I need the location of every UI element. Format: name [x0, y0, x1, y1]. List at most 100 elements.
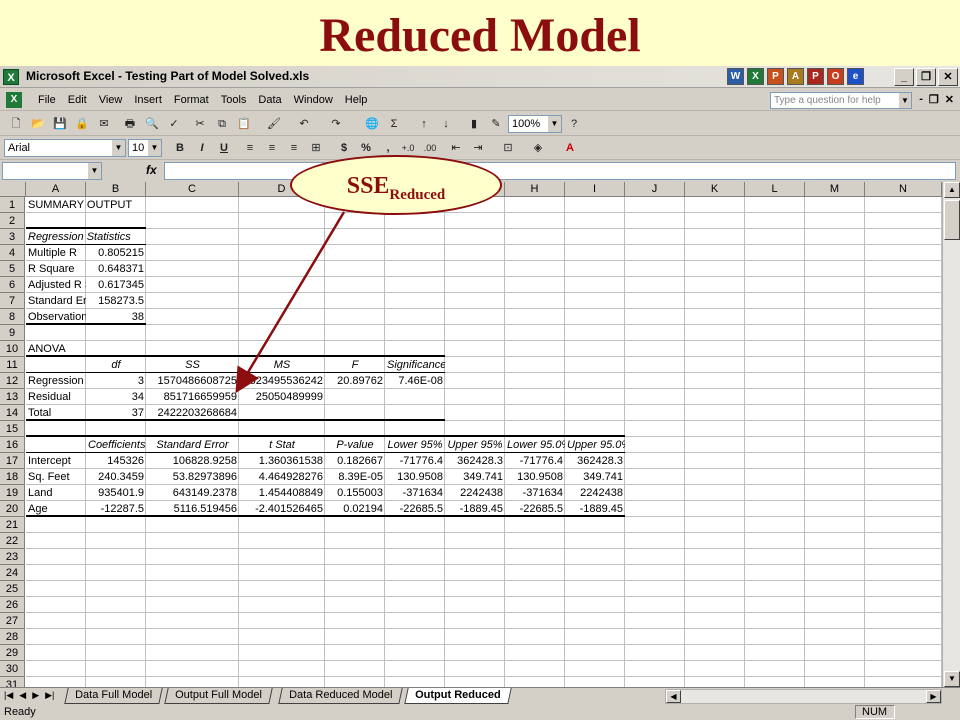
- cell-b19[interactable]: 935401.9: [86, 485, 146, 501]
- row-header-8[interactable]: 8: [0, 309, 25, 325]
- chart-wizard-icon[interactable]: ▮: [466, 116, 482, 132]
- copy-icon[interactable]: ⧉: [214, 116, 230, 132]
- print-icon[interactable]: 🖶: [122, 116, 138, 132]
- row-header-3[interactable]: 3: [0, 229, 25, 245]
- cut-icon[interactable]: ✂: [192, 116, 208, 132]
- cell-c18[interactable]: 53.82973896: [146, 469, 239, 485]
- menu-view[interactable]: View: [93, 94, 129, 106]
- cell-b13[interactable]: 34: [86, 389, 146, 405]
- cell-h16[interactable]: Lower 95.0%: [505, 437, 565, 453]
- tab-output-full-model[interactable]: Output Full Model: [164, 688, 273, 704]
- row-header-7[interactable]: 7: [0, 293, 25, 309]
- doc-restore-button[interactable]: ❐: [929, 93, 939, 106]
- tab-data-reduced-model[interactable]: Data Reduced Model: [278, 688, 404, 704]
- autosum-icon[interactable]: Σ: [386, 116, 402, 132]
- cell-a3[interactable]: Regression Statistics: [26, 229, 146, 245]
- currency-icon[interactable]: $: [336, 140, 352, 156]
- sort-descending-icon[interactable]: ↓: [438, 116, 454, 132]
- zoom-select[interactable]: 100% ▼: [508, 115, 562, 133]
- italic-icon[interactable]: I: [194, 140, 210, 156]
- scroll-right-icon[interactable]: ▶: [926, 690, 941, 703]
- cell-b4[interactable]: 0.805215: [86, 245, 146, 261]
- menu-help[interactable]: Help: [339, 94, 374, 106]
- word-app-icon[interactable]: W: [727, 68, 744, 85]
- cell-f17[interactable]: -71776.4: [385, 453, 445, 469]
- cell-b18[interactable]: 240.3459: [86, 469, 146, 485]
- cell-e12[interactable]: 20.89762: [325, 373, 385, 389]
- sort-ascending-icon[interactable]: ↑: [416, 116, 432, 132]
- chevron-down-icon[interactable]: ▼: [548, 116, 561, 132]
- cell-a4[interactable]: Multiple R: [26, 245, 86, 261]
- outlook-app-icon[interactable]: O: [827, 68, 844, 85]
- menu-format[interactable]: Format: [168, 94, 215, 106]
- row-header-15[interactable]: 15: [0, 421, 25, 437]
- row-header-11[interactable]: 11: [0, 357, 25, 373]
- cell-b16[interactable]: Coefficients: [86, 437, 146, 453]
- row-header-2[interactable]: 2: [0, 213, 25, 229]
- chevron-down-icon[interactable]: ▼: [88, 163, 101, 179]
- email-icon[interactable]: ✉: [96, 116, 112, 132]
- increase-decimal-icon[interactable]: +.0: [400, 140, 416, 156]
- row-header-23[interactable]: 23: [0, 549, 25, 565]
- cell-i18[interactable]: 349.741: [565, 469, 625, 485]
- scroll-up-icon[interactable]: ▲: [944, 182, 960, 198]
- tab-output-reduced[interactable]: Output Reduced: [404, 688, 512, 704]
- save-icon[interactable]: 💾: [52, 116, 68, 132]
- row-header-16[interactable]: 16: [0, 437, 25, 453]
- menu-window[interactable]: Window: [288, 94, 339, 106]
- menu-file[interactable]: File: [32, 94, 62, 106]
- column-header-c[interactable]: C: [146, 182, 239, 197]
- cell-b11[interactable]: df: [86, 357, 146, 373]
- formula-input[interactable]: [164, 162, 956, 180]
- underline-icon[interactable]: U: [216, 140, 232, 156]
- font-select[interactable]: Arial ▼: [4, 139, 126, 157]
- column-header-b[interactable]: B: [86, 182, 146, 197]
- fx-icon[interactable]: fx: [146, 163, 157, 177]
- scroll-down-icon[interactable]: ▼: [944, 671, 960, 687]
- first-sheet-icon[interactable]: |◀: [4, 690, 13, 701]
- row-header-14[interactable]: 14: [0, 405, 25, 421]
- cell-a18[interactable]: Sq. Feet: [26, 469, 86, 485]
- align-right-icon[interactable]: ≡: [286, 140, 302, 156]
- cell-e17[interactable]: 0.182667: [325, 453, 385, 469]
- row-header-10[interactable]: 10: [0, 341, 25, 357]
- cell-d16[interactable]: t Stat: [239, 437, 325, 453]
- access-app-icon[interactable]: A: [787, 68, 804, 85]
- print-preview-icon[interactable]: 🔍: [144, 116, 160, 132]
- cell-h17[interactable]: -71776.4: [505, 453, 565, 469]
- cell-e11[interactable]: F: [325, 357, 385, 373]
- menu-edit[interactable]: Edit: [62, 94, 93, 106]
- cell-d13[interactable]: 25050489999: [239, 389, 325, 405]
- ie-app-icon[interactable]: e: [847, 68, 864, 85]
- increase-indent-icon[interactable]: ⇥: [470, 140, 486, 156]
- hyperlink-icon[interactable]: 🌐: [364, 116, 380, 132]
- cell-e16[interactable]: P-value: [325, 437, 385, 453]
- merge-center-icon[interactable]: ⊞: [308, 140, 324, 156]
- cell-a13[interactable]: Residual: [26, 389, 86, 405]
- row-header-4[interactable]: 4: [0, 245, 25, 261]
- cell-a17[interactable]: Intercept: [26, 453, 86, 469]
- select-all-corner[interactable]: [0, 182, 26, 197]
- cell-h18[interactable]: 130.9508: [505, 469, 565, 485]
- cell-h19[interactable]: -371634: [505, 485, 565, 501]
- decrease-indent-icon[interactable]: ⇤: [448, 140, 464, 156]
- publisher-app-icon[interactable]: P: [807, 68, 824, 85]
- cell-a5[interactable]: R Square: [26, 261, 86, 277]
- row-header-12[interactable]: 12: [0, 373, 25, 389]
- font-size-select[interactable]: 10 ▼: [128, 139, 162, 157]
- row-header-26[interactable]: 26: [0, 597, 25, 613]
- borders-icon[interactable]: ⊡: [500, 140, 516, 156]
- row-header-19[interactable]: 19: [0, 485, 25, 501]
- prev-sheet-icon[interactable]: ◀: [19, 690, 26, 701]
- format-painter-icon[interactable]: 🖌: [266, 116, 282, 132]
- cell-b12[interactable]: 3: [86, 373, 146, 389]
- open-icon[interactable]: 📂: [30, 116, 46, 132]
- column-header-j[interactable]: J: [625, 182, 685, 197]
- cell-i19[interactable]: 2242438: [565, 485, 625, 501]
- cell-d11[interactable]: MS: [239, 357, 325, 373]
- cell-e19[interactable]: 0.155003: [325, 485, 385, 501]
- cell-a1[interactable]: SUMMARY OUTPUT: [26, 197, 206, 213]
- row-header-18[interactable]: 18: [0, 469, 25, 485]
- spreadsheet-grid[interactable]: ABCDEFGHIJKLMN 1234567891011121314151617…: [0, 182, 942, 687]
- row-header-21[interactable]: 21: [0, 517, 25, 533]
